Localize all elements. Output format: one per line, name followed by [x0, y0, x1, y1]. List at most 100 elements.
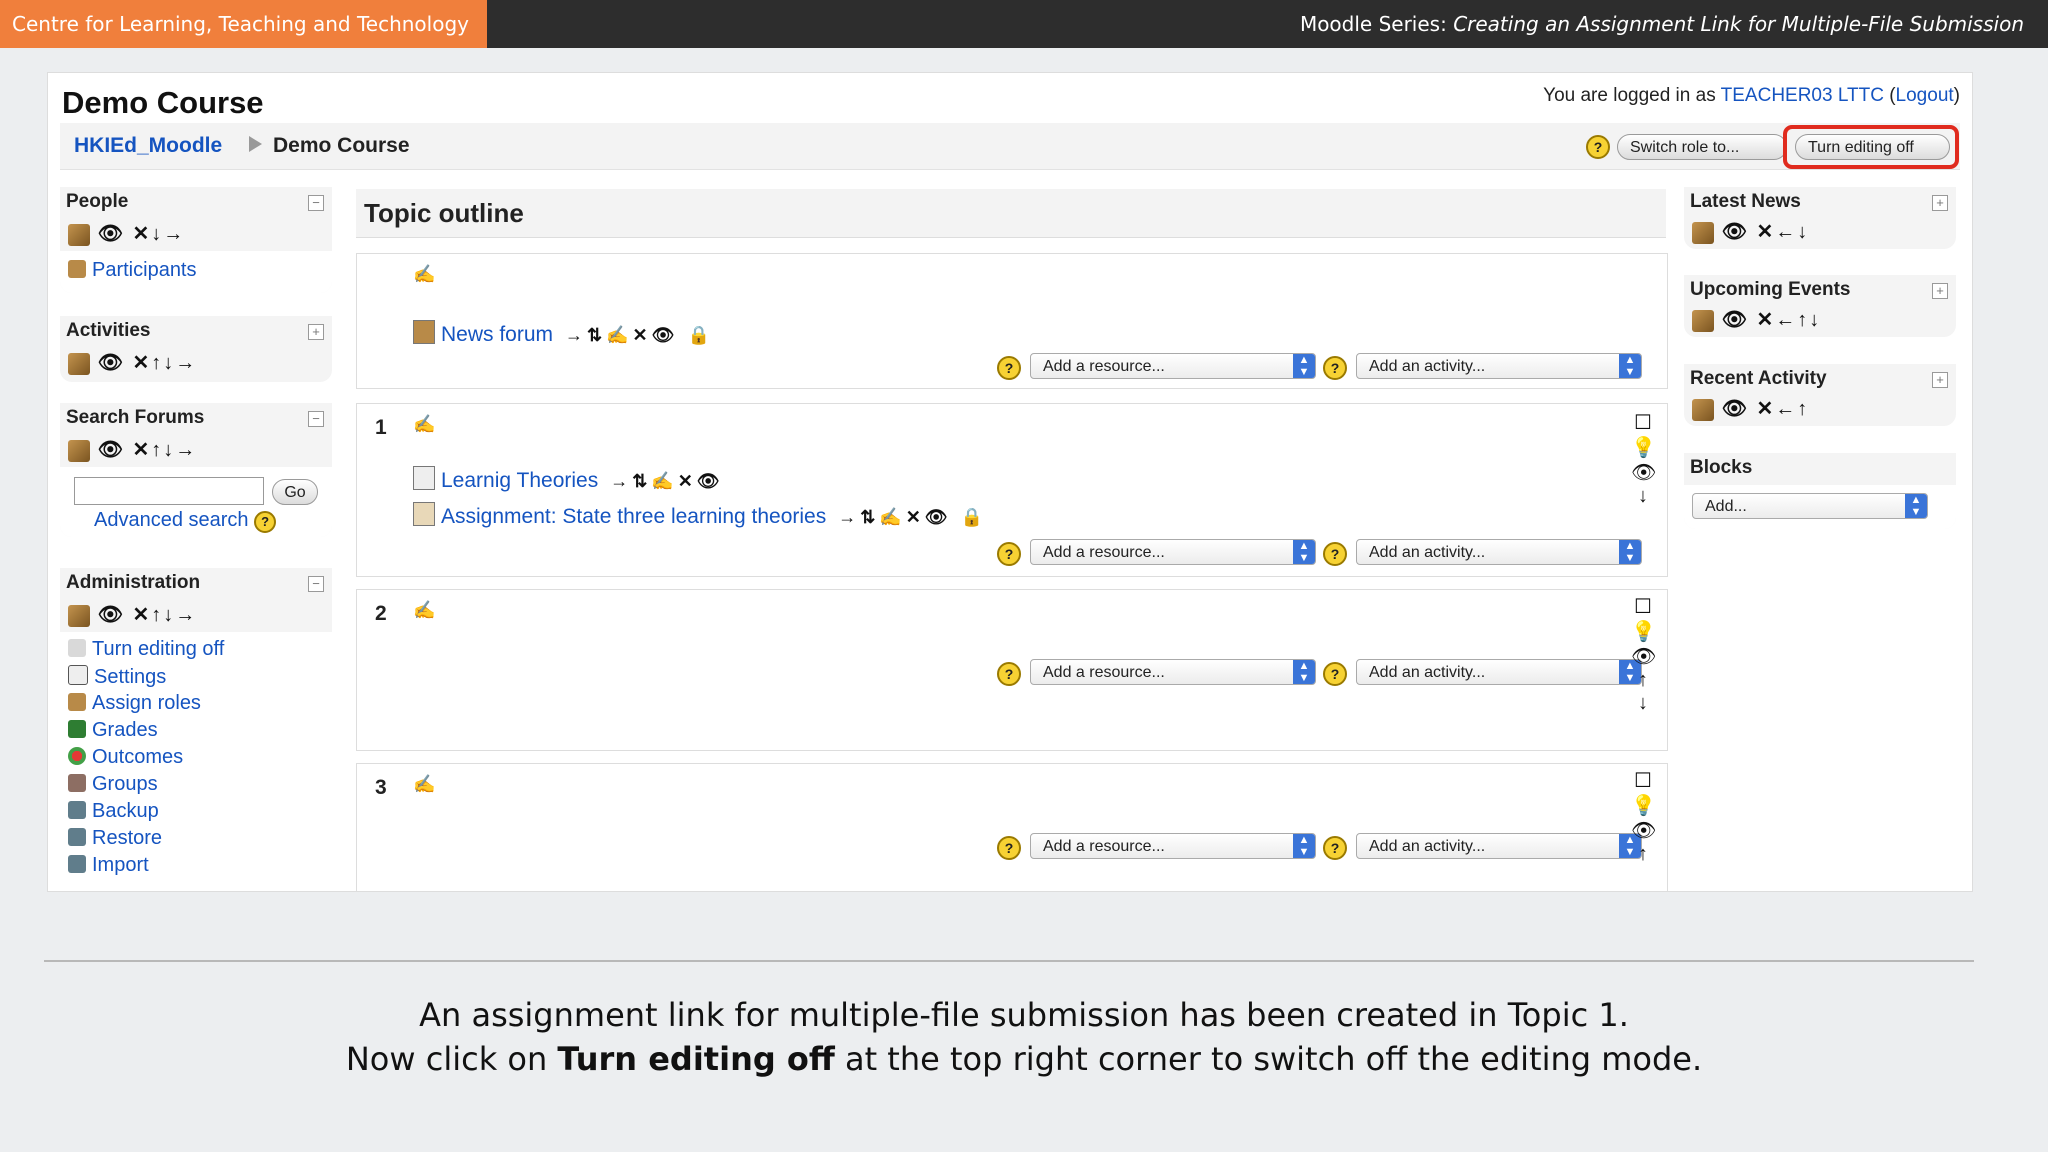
caption-line-2: Now click on Turn editing off at the top…: [345, 1040, 1703, 1078]
admin-backup[interactable]: Backup: [68, 800, 159, 823]
edit-summary-icon[interactable]: ✍: [413, 264, 435, 285]
resource-icon: [413, 466, 435, 490]
help-icon[interactable]: ?: [1323, 662, 1347, 686]
slide-header: Centre for Learning, Teaching and Techno…: [0, 0, 2048, 48]
section-tools[interactable]: ☐ 💡 👁 ↑: [1631, 768, 1656, 866]
highlight-box: [1783, 125, 1959, 169]
add-block-select[interactable]: Add... ▲ ▼: [1692, 493, 1928, 519]
help-icon[interactable]: ?: [997, 662, 1021, 686]
assign-roles-icon: [68, 693, 86, 711]
add-activity-select[interactable]: Add an activity... ▲ ▼: [1356, 539, 1642, 565]
advanced-search-link[interactable]: Advanced search ?: [94, 509, 277, 533]
add-activity-select[interactable]: Add an activity... ▲ ▼: [1356, 659, 1642, 685]
select-arrows-icon: ▲ ▼: [1905, 494, 1927, 518]
admin-block-body: Turn editing off Settings Assign roles G…: [60, 632, 332, 891]
add-resource-select[interactable]: Add a resource... ▲ ▼: [1030, 353, 1316, 379]
user-link[interactable]: TEACHER03 LTTC: [1721, 85, 1884, 106]
section-number: 1: [375, 416, 387, 439]
admin-assign-roles[interactable]: Assign roles: [68, 692, 201, 715]
forum-icon: [413, 320, 435, 344]
participants-icon: [68, 260, 86, 278]
help-icon[interactable]: ?: [1323, 356, 1347, 380]
section-2: 2 ✍ ? Add a resource... ▲ ▼ ? Add an activ…: [356, 589, 1668, 751]
section-tools[interactable]: ☐ 💡 👁 ↑ ↓: [1631, 594, 1656, 715]
upcoming-events-block: Upcoming Events + 👁 ✕←↑↓: [1684, 275, 1956, 337]
assign-roles-icon[interactable]: [68, 352, 90, 375]
activity-edit-icons[interactable]: →⇅✍✕👁: [610, 471, 723, 491]
expand-icon[interactable]: +: [1932, 195, 1948, 211]
go-button[interactable]: Go: [272, 479, 318, 505]
assign-roles-icon[interactable]: [1692, 398, 1714, 421]
admin-grades[interactable]: Grades: [68, 719, 158, 742]
edit-summary-icon[interactable]: ✍: [413, 414, 435, 435]
assignment-link[interactable]: Assignment: State three learning theorie…: [413, 502, 987, 529]
learnig-theories-link[interactable]: Learnig Theories →⇅✍✕👁: [413, 466, 724, 493]
add-resource-select[interactable]: Add a resource... ▲ ▼: [1030, 659, 1316, 685]
participants-link[interactable]: Participants: [68, 259, 197, 282]
divider: [44, 960, 1974, 962]
admin-settings[interactable]: Settings: [68, 665, 166, 689]
help-icon[interactable]: ?: [997, 356, 1021, 380]
admin-block-title: Administration: [66, 572, 201, 593]
activity-edit-icons[interactable]: →⇅✍✕👁 🔒: [838, 507, 987, 527]
help-icon[interactable]: ?: [1323, 836, 1347, 860]
block-edit-icons[interactable]: 👁 ✕←↓: [1692, 219, 1809, 244]
people-block-body: Participants: [60, 251, 332, 293]
assign-roles-icon[interactable]: [68, 223, 90, 246]
edit-summary-icon[interactable]: ✍: [413, 774, 435, 795]
switch-role-select[interactable]: Switch role to...: [1617, 134, 1787, 160]
activity-edit-icons[interactable]: →⇅✍✕👁 🔒: [565, 325, 714, 345]
groups-icon: [68, 774, 86, 792]
assign-roles-icon[interactable]: [1692, 309, 1714, 332]
logout-link[interactable]: Logout: [1896, 85, 1954, 106]
expand-icon[interactable]: +: [308, 324, 324, 340]
settings-icon: [68, 665, 88, 685]
collapse-icon[interactable]: −: [308, 411, 324, 427]
help-icon[interactable]: ?: [1323, 542, 1347, 566]
help-icon[interactable]: ?: [254, 511, 277, 533]
help-icon[interactable]: ?: [1586, 135, 1610, 159]
search-block-title: Search Forums: [66, 407, 205, 428]
section-number: 2: [375, 602, 387, 625]
admin-outcomes[interactable]: Outcomes: [68, 746, 183, 769]
assign-roles-icon[interactable]: [68, 439, 90, 462]
expand-icon[interactable]: +: [1932, 283, 1948, 299]
page-title: Demo Course: [62, 85, 264, 120]
section-tools[interactable]: ☐ 💡 👁 ↓: [1631, 410, 1656, 508]
add-activity-select[interactable]: Add an activity... ▲ ▼: [1356, 833, 1642, 859]
expand-icon[interactable]: +: [1932, 372, 1948, 388]
select-arrows-icon: ▲ ▼: [1293, 834, 1315, 858]
block-edit-icons[interactable]: 👁 ✕←↑↓: [1692, 307, 1821, 332]
collapse-icon[interactable]: −: [308, 195, 324, 211]
select-arrows-icon: ▲ ▼: [1619, 354, 1641, 378]
block-edit-icons[interactable]: 👁 ✕↓→: [68, 221, 185, 246]
topic-outline-title: Topic outline: [364, 198, 524, 228]
add-resource-select[interactable]: Add a resource... ▲ ▼: [1030, 539, 1316, 565]
people-block: People − 👁 ✕↓→ Participants: [60, 187, 332, 293]
collapse-icon[interactable]: −: [308, 576, 324, 592]
breadcrumb: HKIEd_Moodle Demo Course ? Switch role t…: [60, 123, 1960, 170]
admin-groups[interactable]: Groups: [68, 773, 158, 796]
recent-activity-title: Recent Activity: [1690, 368, 1827, 389]
block-edit-icons[interactable]: 👁 ✕↑↓→: [68, 350, 197, 375]
edit-summary-icon[interactable]: ✍: [413, 600, 435, 621]
block-edit-icons[interactable]: 👁 ✕↑↓→: [68, 437, 197, 462]
help-icon[interactable]: ?: [997, 542, 1021, 566]
assign-roles-icon[interactable]: [68, 604, 90, 627]
search-input[interactable]: [74, 477, 264, 505]
blocks-body: Add... ▲ ▼: [1684, 485, 1956, 529]
select-arrows-icon: ▲ ▼: [1619, 540, 1641, 564]
news-forum-link[interactable]: News forum →⇅✍✕👁 🔒: [413, 320, 714, 347]
series-title: Moodle Series: Creating an Assignment Li…: [1299, 12, 2024, 36]
breadcrumb-home[interactable]: HKIEd_Moodle: [74, 134, 222, 158]
search-forums-block: Search Forums − 👁 ✕↑↓→ Go Advanced searc…: [60, 403, 332, 537]
help-icon[interactable]: ?: [997, 836, 1021, 860]
add-activity-select[interactable]: Add an activity... ▲ ▼: [1356, 353, 1642, 379]
assign-roles-icon[interactable]: [1692, 221, 1714, 244]
admin-import[interactable]: Import: [68, 854, 149, 877]
admin-restore[interactable]: Restore: [68, 827, 162, 850]
block-edit-icons[interactable]: 👁 ✕←↑: [1692, 396, 1809, 421]
block-edit-icons[interactable]: 👁 ✕↑↓→: [68, 602, 197, 627]
admin-turn-editing-off[interactable]: Turn editing off: [68, 638, 224, 661]
add-resource-select[interactable]: Add a resource... ▲ ▼: [1030, 833, 1316, 859]
